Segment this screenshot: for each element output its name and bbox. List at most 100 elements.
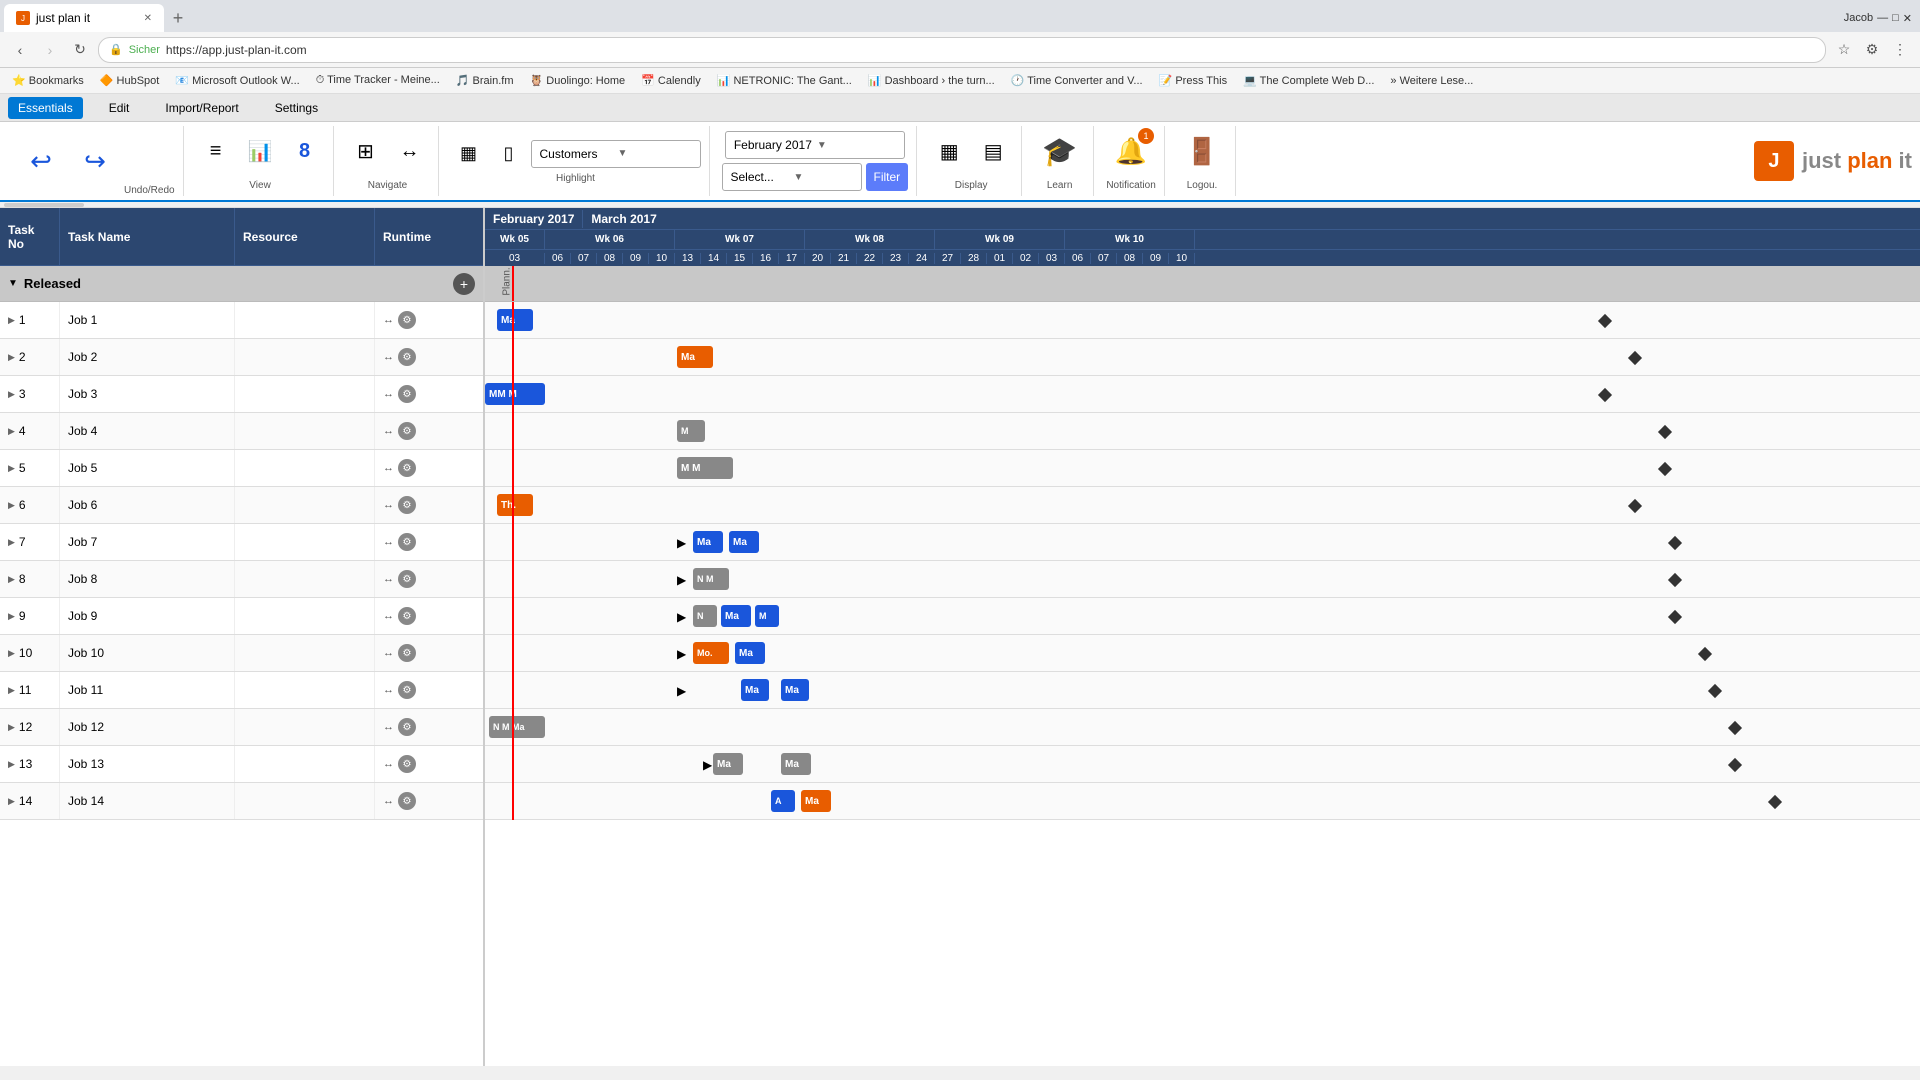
settings-icon-3[interactable]: ⚙ (398, 385, 416, 403)
runtime-arrows-12[interactable]: ↔ (383, 721, 394, 733)
extensions-button[interactable]: ⚙ (1860, 38, 1884, 62)
new-tab-button[interactable]: + (164, 4, 192, 32)
settings-icon-12[interactable]: ⚙ (398, 718, 416, 736)
learn-button[interactable]: 🎓 (1034, 126, 1085, 176)
bar-job6-1[interactable]: Th. (497, 494, 533, 516)
expand-icon-10[interactable]: ▶ (8, 648, 15, 659)
diamond-job13[interactable] (1728, 758, 1742, 772)
redo-button[interactable]: ↪ (70, 131, 120, 191)
bar-job14-2[interactable]: Ma (801, 790, 831, 812)
settings-icon-8[interactable]: ⚙ (398, 570, 416, 588)
bookmark-weitere[interactable]: » Weitere Lese... (1386, 74, 1477, 88)
bookmarks-label[interactable]: ⭐ Bookmarks (8, 73, 88, 88)
bookmark-netronic[interactable]: 📊 NETRONIC: The Gant... (713, 73, 856, 88)
expand-icon-1[interactable]: ▶ (8, 315, 15, 326)
expand-icon-9[interactable]: ▶ (8, 611, 15, 622)
forward-button[interactable]: › (38, 38, 62, 62)
expand-icon-14[interactable]: ▶ (8, 796, 15, 807)
navigate-zoom-button[interactable]: ↔ (390, 126, 430, 176)
expand-icon-8[interactable]: ▶ (8, 574, 15, 585)
diamond-job1[interactable] (1598, 314, 1612, 328)
bookmark-calendly[interactable]: 📅 Calendly (637, 73, 705, 88)
logout-button[interactable]: 🚪 (1177, 126, 1227, 176)
runtime-arrows-8[interactable]: ↔ (383, 573, 394, 585)
job-name-select[interactable]: February 2017 ▼ (725, 131, 905, 159)
bar-job10-2[interactable]: Ma (735, 642, 765, 664)
display-btn1[interactable]: ▦ (929, 126, 969, 176)
view-gantt-button[interactable]: 📊 (240, 126, 281, 176)
bar-job4-1[interactable]: M (677, 420, 705, 442)
close-tab-button[interactable]: ✕ (144, 13, 152, 24)
settings-icon-5[interactable]: ⚙ (398, 459, 416, 477)
settings-icon-6[interactable]: ⚙ (398, 496, 416, 514)
scrollbar-track[interactable] (4, 203, 84, 207)
diamond-job5[interactable] (1658, 462, 1672, 476)
settings-icon-13[interactable]: ⚙ (398, 755, 416, 773)
active-tab[interactable]: J just plan it ✕ (4, 4, 164, 32)
expand-icon-7[interactable]: ▶ (8, 537, 15, 548)
bar-job1-1[interactable]: Ma (497, 309, 533, 331)
bookmark-completeweb[interactable]: 💻 The Complete Web D... (1239, 73, 1378, 88)
runtime-arrows-4[interactable]: ↔ (383, 425, 394, 437)
settings-icon-4[interactable]: ⚙ (398, 422, 416, 440)
runtime-arrows-2[interactable]: ↔ (383, 351, 394, 363)
bar-job14-1[interactable]: A (771, 790, 795, 812)
settings-icon-14[interactable]: ⚙ (398, 792, 416, 810)
maximize-button[interactable]: □ (1892, 12, 1899, 24)
settings-icon-9[interactable]: ⚙ (398, 607, 416, 625)
diamond-job9[interactable] (1668, 610, 1682, 624)
bar-job2-1[interactable]: Ma (677, 346, 713, 368)
bookmark-brainfm[interactable]: 🎵 Brain.fm (452, 73, 518, 88)
bookmark-star-button[interactable]: ☆ (1832, 38, 1856, 62)
bar-job7-2[interactable]: Ma (729, 531, 759, 553)
highlight-btn2[interactable]: ▯ (491, 139, 527, 169)
diamond-job11[interactable] (1708, 684, 1722, 698)
bookmark-outlook[interactable]: 📧 Microsoft Outlook W... (171, 73, 303, 88)
bar-job11-2[interactable]: Ma (781, 679, 809, 701)
expand-icon-5[interactable]: ▶ (8, 463, 15, 474)
back-button[interactable]: ‹ (8, 38, 32, 62)
settings-icon-11[interactable]: ⚙ (398, 681, 416, 699)
diamond-job4[interactable] (1658, 425, 1672, 439)
expand-icon-2[interactable]: ▶ (8, 352, 15, 363)
expand-icon-11[interactable]: ▶ (8, 685, 15, 696)
bar-job9-1[interactable]: N (693, 605, 717, 627)
diamond-job8[interactable] (1668, 573, 1682, 587)
runtime-arrows-11[interactable]: ↔ (383, 684, 394, 696)
expand-icon-13[interactable]: ▶ (8, 759, 15, 770)
menu-settings[interactable]: Settings (265, 97, 328, 119)
bar-job5-1[interactable]: M M (677, 457, 733, 479)
customers-select[interactable]: Customers ▼ (531, 140, 701, 168)
filter-select[interactable]: Select... ▼ (722, 163, 862, 191)
bookmark-timeconverter[interactable]: 🕐 Time Converter and V... (1007, 73, 1147, 88)
minimize-button[interactable]: — (1877, 12, 1888, 24)
navigate-fit-button[interactable]: ⊞ (346, 126, 386, 176)
settings-icon-10[interactable]: ⚙ (398, 644, 416, 662)
runtime-arrows-6[interactable]: ↔ (383, 499, 394, 511)
section-add-button[interactable]: + (453, 273, 475, 295)
runtime-arrows-14[interactable]: ↔ (383, 795, 394, 807)
settings-icon-7[interactable]: ⚙ (398, 533, 416, 551)
bar-job7-1[interactable]: Ma (693, 531, 723, 553)
view-resource-button[interactable]: 8 (285, 126, 325, 176)
bookmark-timetracker[interactable]: ⏱ Time Tracker - Meine... (312, 73, 444, 88)
display-btn2[interactable]: ▤ (973, 126, 1013, 176)
bar-job9-3[interactable]: M (755, 605, 779, 627)
bookmark-dashboard[interactable]: 📊 Dashboard › the turn... (864, 73, 999, 88)
undo-button[interactable]: ↩ (16, 131, 66, 191)
diamond-job12[interactable] (1728, 721, 1742, 735)
runtime-arrows-9[interactable]: ↔ (383, 610, 394, 622)
bar-job13-2[interactable]: Ma (781, 753, 811, 775)
expand-icon-12[interactable]: ▶ (8, 722, 15, 733)
diamond-job7[interactable] (1668, 536, 1682, 550)
runtime-arrows-3[interactable]: ↔ (383, 388, 394, 400)
reload-button[interactable]: ↻ (68, 38, 92, 62)
menu-essentials[interactable]: Essentials (8, 97, 83, 119)
view-list-button[interactable]: ≡ (196, 126, 236, 176)
bar-job9-2[interactable]: Ma (721, 605, 751, 627)
diamond-job6[interactable] (1628, 499, 1642, 513)
bookmark-hubspot[interactable]: 🔶 HubSpot (96, 73, 164, 88)
bar-job13-1[interactable]: Ma (713, 753, 743, 775)
bar-job10-1[interactable]: Mo. (693, 642, 729, 664)
diamond-job2[interactable] (1628, 351, 1642, 365)
